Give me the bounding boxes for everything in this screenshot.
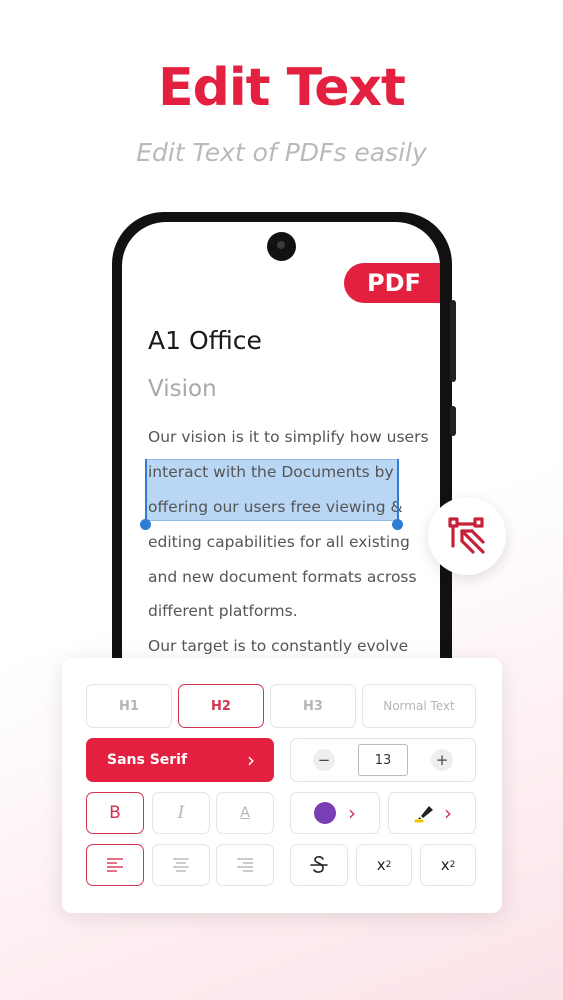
document-line[interactable]: and new document formats across (148, 568, 417, 586)
strikethrough-button[interactable] (290, 844, 348, 886)
font-family-label: Sans Serif (107, 752, 188, 768)
document-line[interactable]: editing capabilities for all existing (148, 533, 410, 551)
phone-side-button (450, 300, 456, 382)
superscript-button[interactable]: x2 (356, 844, 412, 886)
strikethrough-icon (310, 856, 328, 873)
chevron-right-icon: › (348, 801, 356, 825)
heading-h1-button[interactable]: H1 (86, 684, 172, 728)
document-subtitle[interactable]: Vision (148, 376, 217, 402)
pdf-badge: PDF (344, 263, 440, 303)
align-right-button[interactable] (216, 844, 274, 886)
superscript-icon: x (376, 856, 386, 874)
heading-label: H1 (119, 698, 139, 714)
selection-end-handle[interactable] (397, 459, 399, 525)
heading-label: Normal Text (383, 699, 455, 713)
bold-icon: B (109, 803, 121, 823)
subscript-button[interactable]: x2 (420, 844, 476, 886)
document-line[interactable]: Our target is to constantly evolve (148, 637, 408, 655)
normal-text-button[interactable]: Normal Text (362, 684, 476, 728)
heading-h2-button[interactable]: H2 (178, 684, 264, 728)
decrease-size-button[interactable]: − (313, 749, 335, 771)
align-center-button[interactable] (152, 844, 210, 886)
document-line-selected[interactable]: offering our users free viewing & (148, 498, 403, 516)
edit-selection-icon (448, 517, 485, 554)
highlight-button[interactable]: › (388, 792, 476, 834)
underline-button[interactable]: A (216, 792, 274, 834)
subscript-icon: x (440, 856, 450, 874)
camera-icon (267, 232, 296, 261)
font-size-stepper: − 13 + (290, 738, 476, 782)
font-size-value: 13 (374, 752, 392, 768)
document-line[interactable]: Our vision is it to simplify how users (148, 428, 429, 446)
italic-button[interactable]: I (152, 792, 210, 834)
bold-button[interactable]: B (86, 792, 144, 834)
align-right-icon (237, 858, 253, 872)
italic-icon: I (177, 803, 185, 823)
highlighter-icon (414, 806, 433, 823)
selection-start-knob[interactable] (140, 519, 151, 530)
headline: Edit Text (158, 58, 406, 118)
edit-selection-button[interactable] (428, 497, 506, 575)
phone-side-button (450, 406, 456, 436)
heading-label: H3 (303, 698, 323, 714)
font-family-dropdown[interactable]: Sans Serif › (86, 738, 274, 782)
plus-icon: + (435, 751, 449, 769)
selection-start-handle[interactable] (145, 459, 147, 525)
heading-h3-button[interactable]: H3 (270, 684, 356, 728)
align-left-icon (107, 858, 123, 872)
color-swatch (314, 802, 336, 824)
minus-icon: − (317, 751, 331, 769)
align-center-icon (173, 858, 189, 872)
chevron-right-icon: › (444, 801, 452, 825)
selection-end-knob[interactable] (392, 519, 403, 530)
subheadline: Edit Text of PDFs easily (136, 138, 427, 167)
document-line[interactable]: different platforms. (148, 602, 298, 620)
align-left-button[interactable] (86, 844, 144, 886)
superscript-mark: 2 (385, 860, 392, 870)
chevron-right-icon: › (247, 748, 255, 772)
text-color-button[interactable]: › (290, 792, 380, 834)
subscript-mark: 2 (449, 860, 456, 870)
document-line-selected[interactable]: interact with the Documents by (148, 463, 394, 481)
font-size-input[interactable]: 13 (358, 744, 408, 776)
underline-icon: A (240, 805, 250, 821)
increase-size-button[interactable]: + (431, 749, 453, 771)
document-title[interactable]: A1 Office (148, 326, 262, 355)
heading-label: H2 (211, 698, 231, 714)
